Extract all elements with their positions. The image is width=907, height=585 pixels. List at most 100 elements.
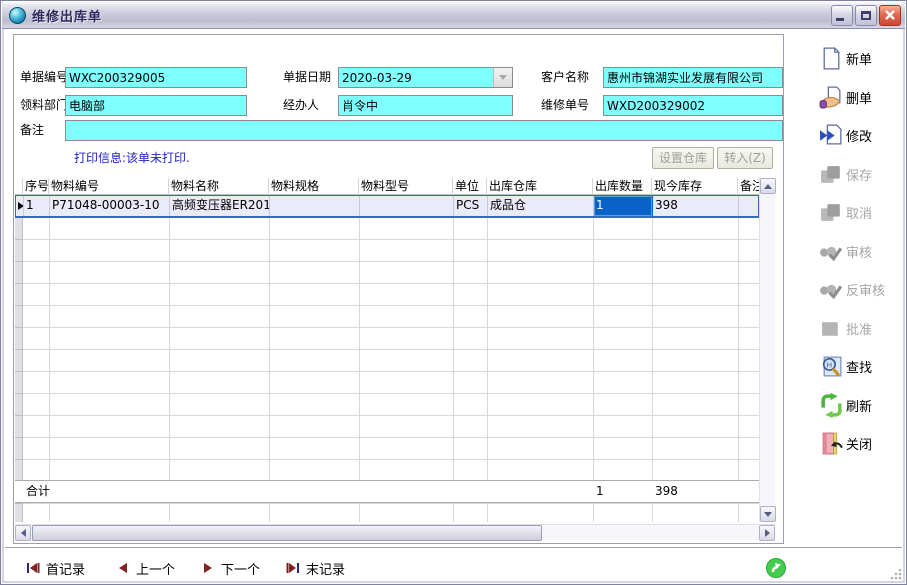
sidebar-close-button[interactable]: 关闭	[819, 428, 903, 458]
sidebar-unaudit-label: 反审核	[846, 280, 885, 299]
sidebar-find-label: 查找	[846, 357, 872, 376]
cell-stock[interactable]: 398	[653, 196, 739, 216]
nav-next-record[interactable]: 下一个	[200, 557, 260, 579]
footer-divider	[5, 547, 902, 549]
col-header-model[interactable]: 物料型号	[359, 178, 453, 195]
customer-label: 客户名称	[541, 67, 589, 88]
app-sphere-icon	[9, 7, 26, 24]
col-header-qty[interactable]: 出库数量	[593, 178, 652, 195]
sidebar-modify-label: 修改	[846, 126, 872, 145]
total-row: 合计 1 398	[15, 480, 759, 503]
scroll-down-button[interactable]	[760, 506, 776, 522]
department-field[interactable]	[65, 95, 247, 116]
find-icon: H	[819, 354, 844, 379]
titlebar[interactable]: 维修出库单	[2, 2, 905, 29]
sidebar-refresh-button[interactable]: 刷新	[819, 390, 903, 420]
sidebar-new-label: 新单	[846, 49, 872, 68]
col-header-unit[interactable]: 单位	[453, 178, 487, 195]
sidebar-save-label: 保存	[846, 165, 872, 184]
nav-first-record[interactable]: 首记录	[25, 557, 85, 579]
cell-seq[interactable]: 1	[24, 196, 50, 216]
minimize-button[interactable]	[831, 5, 853, 26]
close-door-icon	[819, 431, 844, 456]
col-header-stock[interactable]: 现今库存	[652, 178, 738, 195]
handler-field[interactable]	[338, 95, 513, 116]
transfer-button[interactable]: 转入(Z)	[717, 147, 773, 169]
arrow-right-icon	[765, 529, 770, 537]
sidebar-delete-button[interactable]: 删单	[819, 82, 903, 112]
cell-code[interactable]: P71048-00003-10	[50, 196, 170, 216]
resize-grip[interactable]	[889, 567, 902, 580]
sidebar-close-label: 关闭	[846, 434, 872, 453]
handler-label: 经办人	[283, 95, 319, 116]
col-header-remark[interactable]: 备注	[738, 178, 759, 195]
repair-no-field[interactable]	[603, 95, 783, 116]
cell-remark[interactable]	[739, 196, 760, 216]
doc-date-combo[interactable]	[338, 67, 513, 88]
col-header-code[interactable]: 物料编号	[49, 178, 169, 195]
cell-warehouse[interactable]: 成品仓	[488, 196, 594, 216]
cell-qty-selected[interactable]: 1	[594, 196, 653, 216]
vertical-scrollbar[interactable]	[759, 178, 775, 522]
cell-name[interactable]: 高频变压器ER201	[170, 196, 270, 216]
scroll-left-button[interactable]	[15, 525, 31, 541]
close-icon	[880, 6, 900, 25]
table-empty-grid	[15, 218, 759, 522]
col-header-warehouse[interactable]: 出库仓库	[487, 178, 593, 195]
sidebar-approve-label: 批准	[846, 319, 872, 338]
sidebar-cancel-button[interactable]: 取消	[819, 197, 903, 227]
department-label: 领料部门	[20, 95, 68, 116]
audit-icon	[819, 239, 844, 264]
doc-no-field[interactable]	[65, 67, 247, 88]
sidebar-modify-button[interactable]: 修改	[819, 120, 903, 150]
doc-date-field[interactable]	[338, 67, 513, 88]
next-record-icon	[200, 560, 216, 576]
total-qty: 1	[593, 481, 652, 503]
total-label: 合计	[23, 481, 63, 503]
horizontal-scrollbar[interactable]	[15, 524, 775, 540]
set-warehouse-button[interactable]: 设置仓库	[652, 147, 714, 169]
col-header-spec[interactable]: 物料规格	[269, 178, 359, 195]
nav-last-record[interactable]: 末记录	[285, 557, 345, 579]
refresh-icon	[819, 393, 844, 418]
nav-previous-label: 上一个	[136, 559, 175, 578]
arrow-left-icon	[21, 529, 26, 537]
app-window: 维修出库单 单据编号 单据日期 客户名称 领料部门 经办人 维修单号 备注	[0, 0, 907, 585]
cancel-icon	[819, 200, 844, 225]
cell-unit[interactable]: PCS	[454, 196, 488, 216]
doc-date-dropdown-button[interactable]	[493, 68, 512, 87]
nav-first-label: 首记录	[46, 559, 85, 578]
first-record-icon	[25, 560, 41, 576]
sidebar-audit-button[interactable]: 审核	[819, 236, 903, 266]
sidebar-unaudit-button[interactable]: 反审核	[819, 274, 903, 304]
sidebar-audit-label: 审核	[846, 242, 872, 261]
sidebar-refresh-label: 刷新	[846, 396, 872, 415]
sidebar-approve-button[interactable]: 批准	[819, 313, 903, 343]
print-info-text: 打印信息:该单未打印.	[74, 149, 190, 166]
cell-model[interactable]	[360, 196, 454, 216]
remark-field[interactable]	[65, 120, 783, 141]
customer-field[interactable]	[603, 67, 783, 88]
arrow-up-icon	[764, 184, 772, 189]
minimize-icon	[836, 18, 844, 21]
nav-next-label: 下一个	[221, 559, 260, 578]
doc-no-label: 单据编号	[20, 67, 68, 88]
col-header-seq[interactable]: 序号	[23, 178, 49, 195]
sidebar-find-button[interactable]: H 查找	[819, 351, 903, 381]
cell-spec[interactable]	[270, 196, 360, 216]
sidebar-cancel-label: 取消	[846, 203, 872, 222]
close-button[interactable]	[879, 5, 901, 26]
table-row[interactable]: 1 P71048-00003-10 高频变压器ER201 PCS 成品仓 1 3…	[15, 195, 759, 218]
footer-sync-button[interactable]	[765, 557, 787, 579]
delete-document-icon	[819, 85, 844, 110]
table-gutter	[15, 218, 23, 522]
horizontal-scroll-thumb[interactable]	[32, 525, 542, 541]
nav-previous-record[interactable]: 上一个	[115, 557, 175, 579]
last-record-icon	[285, 560, 301, 576]
scroll-right-button[interactable]	[759, 525, 775, 541]
sidebar-save-button[interactable]: 保存	[819, 159, 903, 189]
scroll-up-button[interactable]	[760, 178, 776, 194]
maximize-button[interactable]	[855, 5, 877, 26]
sidebar-new-button[interactable]: 新单	[819, 43, 903, 73]
col-header-name[interactable]: 物料名称	[169, 178, 269, 195]
